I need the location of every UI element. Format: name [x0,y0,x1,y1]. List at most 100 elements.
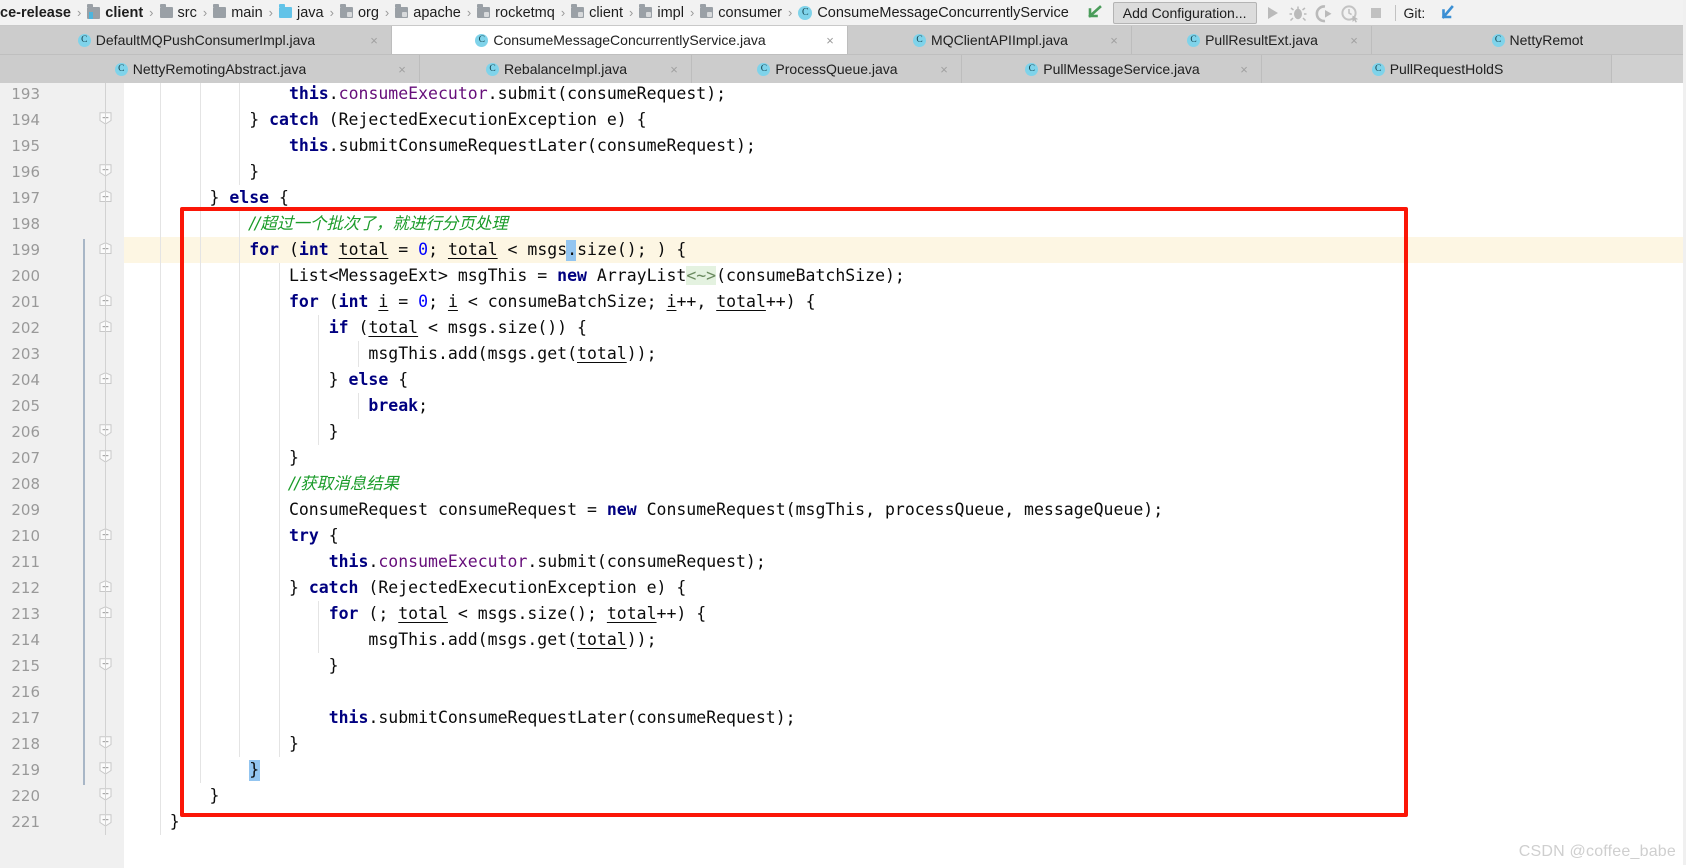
run-toolbar: Add Configuration... Git: [1083,0,1459,25]
breadcrumb-item-impl[interactable]: impl [639,0,684,25]
breadcrumb-item-consumer[interactable]: consumer [700,0,782,25]
code-line: } [130,734,299,753]
close-icon[interactable]: × [369,33,379,48]
breadcrumb-label: impl [657,4,684,21]
watermark: CSDN @coffee_babe [1518,843,1676,860]
line-number: 204 [11,371,40,389]
line-number: 208 [11,475,40,493]
editor-tab-consumemessageconcurrentlyservice-java[interactable]: C ConsumeMessageConcurrentlyService.java × [392,26,848,54]
editor-tab-nettyremot[interactable]: C NettyRemot [1372,26,1686,54]
editor-tab-mqclientapiimpl-java[interactable]: C MQClientAPIImpl.java × [848,26,1132,54]
code-line: } [130,786,220,805]
code-line: msgThis.add(msgs.get(total)); [130,344,657,363]
editor-tab-label: MQClientAPIImpl.java [931,32,1068,48]
module-icon [87,3,101,19]
editor-gutter[interactable]: 193 194 195 196 197 198 199 200 201 202 203 204 205 2… [0,83,124,868]
breadcrumb-separator: › [384,5,390,20]
breadcrumb-item-consumemessageconcurrentlyservice[interactable]: C ConsumeMessageConcurrentlyService [798,0,1069,25]
editor-tab-rebalanceimpl-java[interactable]: C RebalanceImpl.java × [420,55,692,83]
breadcrumb-label: src [177,4,197,21]
code-line: this.consumeExecutor.submit(consumeReque… [288,84,727,103]
debug-icon[interactable] [1287,3,1309,23]
close-icon[interactable]: × [1349,33,1359,48]
code-line: } else { [130,370,409,389]
code-line: } [130,162,260,181]
line-number: 216 [11,683,40,701]
breadcrumb-item-ce-release[interactable]: ce-release [0,0,71,25]
line-number: 220 [11,787,40,805]
line-number: 207 [11,449,40,467]
breadcrumb-item-apache[interactable]: apache [395,0,461,25]
breadcrumb-item-java[interactable]: java [278,0,324,25]
code-comment: //获取消息结果 [288,474,400,493]
close-icon[interactable]: × [825,33,835,48]
class-icon: C [798,5,813,20]
code-line: } [130,656,339,675]
code-line: try { [288,526,339,545]
editor-tab-processqueue-java[interactable]: C ProcessQueue.java × [692,55,962,83]
package-icon [571,4,585,18]
green-arrow-icon[interactable] [1083,3,1105,23]
breadcrumb-label: org [357,4,379,21]
breadcrumb-separator: › [329,5,334,20]
breadcrumb-separator: › [202,5,208,20]
editor-tab-row-2: C NettyRemotingAbstract.java × C RebalanceIm… [0,54,1686,83]
line-number: 196 [11,163,40,181]
editor-tab-defaultmqpushconsumerimpl-java[interactable]: C DefaultMQPushConsumerImpl.java × [0,26,392,54]
editor-tab-pullmessageservice-java[interactable]: C PullMessageService.java × [962,55,1262,83]
line-number: 210 [11,527,40,545]
breadcrumb-label: client [105,4,144,21]
class-icon: C [486,62,500,76]
editor-tab-nettyremotingabstract-java[interactable]: C NettyRemotingAbstract.java × [0,55,420,83]
breadcrumb-item-client[interactable]: client [87,0,144,25]
code-line: } catch (RejectedExecutionException e) { [130,110,647,129]
editor-tab-label: PullMessageService.java [1043,61,1200,77]
editor-tab-pullrequestholds[interactable]: C PullRequestHoldS [1262,55,1612,83]
line-number: 219 [11,761,40,779]
run-with-coverage-icon[interactable] [1313,3,1335,23]
line-number: 205 [11,397,40,415]
stop-icon[interactable] [1365,3,1387,23]
code-editor[interactable]: 193 194 195 196 197 198 199 200 201 202 203 204 205 2… [0,83,1686,868]
class-icon: C [913,33,927,47]
close-icon[interactable]: × [669,62,679,77]
toolbar-divider [1394,4,1396,21]
editor-tab-label: ConsumeMessageConcurrentlyService.java [493,32,766,48]
breadcrumb-separator: › [689,5,695,20]
editor-tab-pullresultext-java[interactable]: C PullResultExt.java × [1132,26,1372,54]
line-number: 203 [11,345,40,363]
package-icon [639,4,653,18]
breadcrumb-item-src[interactable]: src [159,0,197,25]
code-line: } [130,812,180,831]
profiler-icon[interactable] [1339,3,1361,23]
breadcrumb-separator: › [76,5,82,20]
breadcrumb-label: client [589,4,624,21]
editor-tab-label: PullResultExt.java [1205,32,1318,48]
run-icon[interactable] [1261,3,1283,23]
update-project-icon[interactable] [1436,3,1458,23]
close-icon[interactable]: × [397,62,407,77]
code-comment: //超过一个批次了，就进行分页处理 [249,214,508,233]
package-icon [395,4,409,18]
line-number: 217 [11,709,40,727]
breadcrumb-separator: › [149,5,154,20]
package-icon [477,4,491,18]
close-icon[interactable]: × [1239,62,1249,77]
add-configuration-button[interactable]: Add Configuration... [1112,1,1257,24]
close-icon[interactable]: × [1109,33,1119,48]
line-number: 198 [11,215,40,233]
breadcrumb-item-org[interactable]: org [339,0,379,25]
close-icon[interactable]: × [939,62,949,77]
line-number: 202 [11,319,40,337]
folder-icon [159,4,173,18]
breadcrumb-item-client[interactable]: client [571,0,624,25]
class-icon: C [114,62,128,76]
editor-tab-label: ProcessQueue.java [775,61,898,77]
vcs-change-marker[interactable] [83,239,85,785]
code-folding-line [105,83,106,835]
breadcrumb-item-rocketmq[interactable]: rocketmq [477,0,555,25]
breadcrumb-item-main[interactable]: main [213,0,263,25]
code-content[interactable]: this.consumeExecutor.submit(consumeReque… [124,83,1686,868]
code-line: this.consumeExecutor.submit(consumeReque… [328,552,766,571]
package-icon [700,4,714,18]
